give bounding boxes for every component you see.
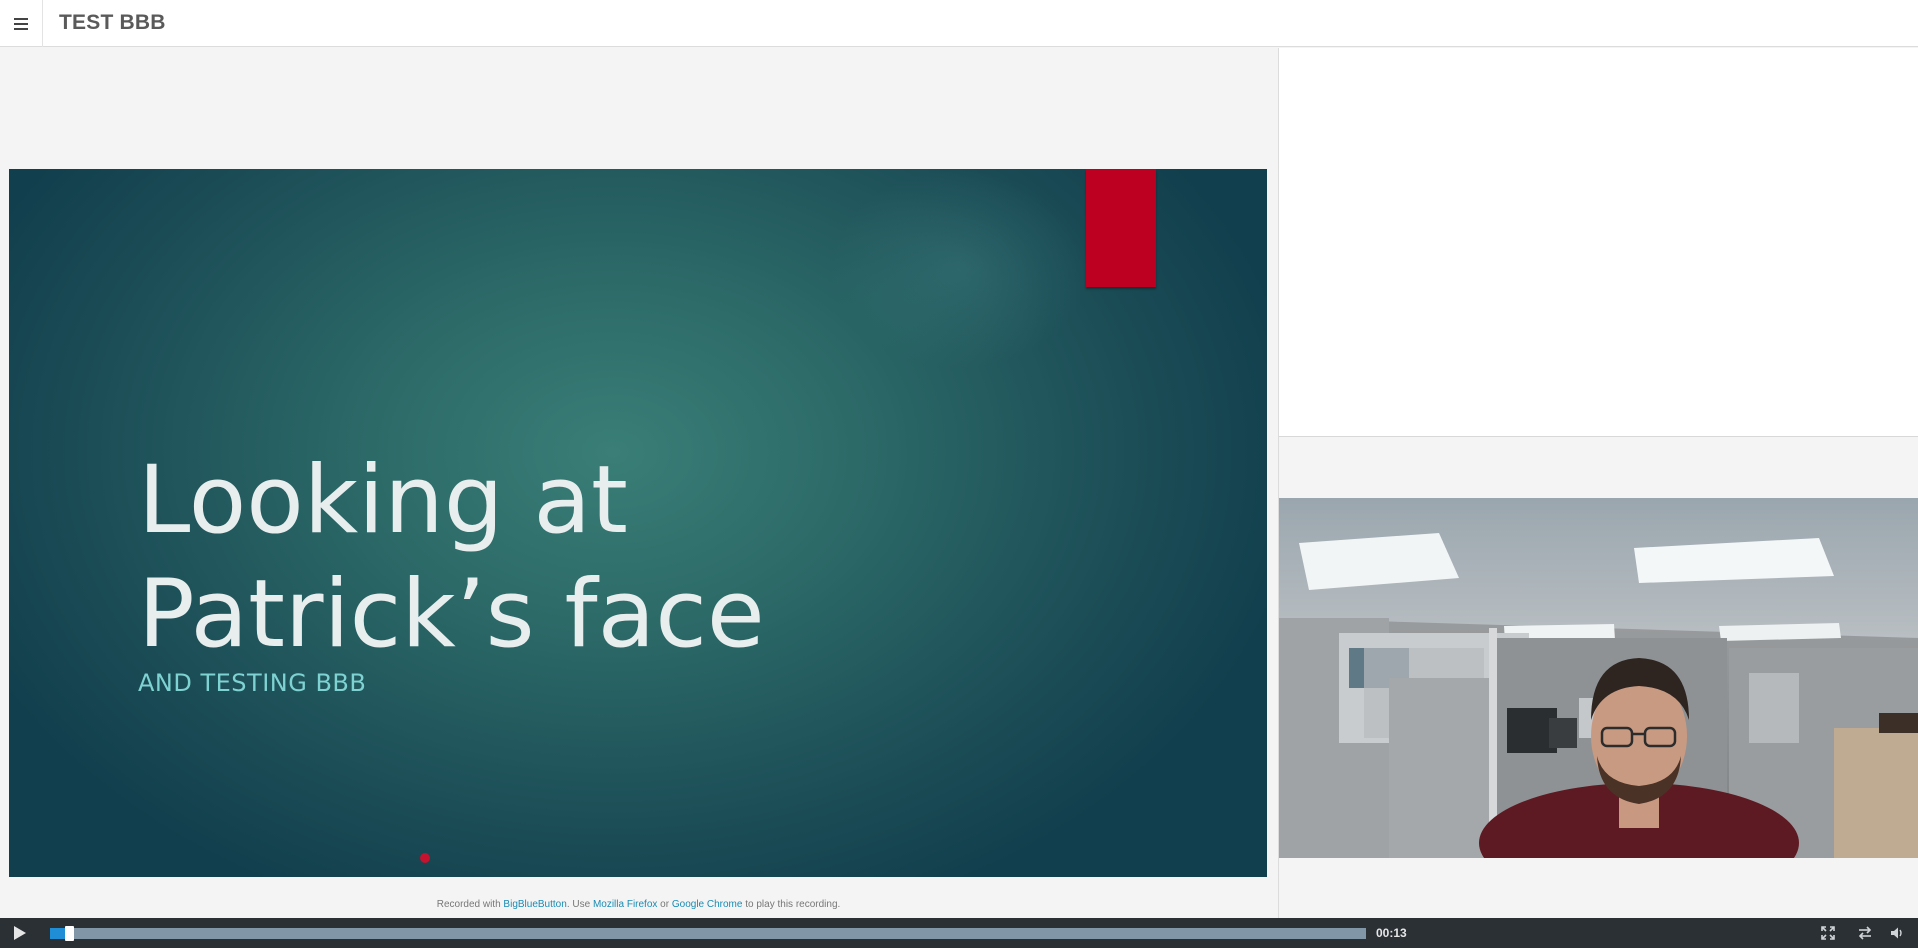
slide-heading: Looking at Patrick’s face [138,446,765,669]
firefox-link[interactable]: Mozilla Firefox [593,899,657,910]
notice-suffix: to play this recording. [742,899,841,910]
right-panel [1278,48,1918,918]
volume-icon[interactable] [1889,925,1905,941]
presentation-area: Looking at Patrick’s face AND TESTING BB… [0,48,1277,918]
presentation-slide: Looking at Patrick’s face AND TESTING BB… [9,169,1267,877]
notice-or: or [657,899,672,910]
current-time: 00:13 [1376,926,1407,940]
player-controls: 00:13 [0,918,1918,948]
slide-glow [829,169,1089,369]
slide-subheading: AND TESTING BBB [138,669,367,697]
chat-area [1279,48,1918,437]
webcam-frame [1279,498,1918,858]
play-icon[interactable] [14,926,26,940]
fullscreen-icon[interactable] [1820,925,1836,941]
progress-handle[interactable] [65,926,74,941]
page-title: TEST BBB [59,11,166,34]
bigbluebutton-link[interactable]: BigBlueButton [503,899,566,910]
slide-accent-tab [1086,169,1156,287]
top-bar: TEST BBB [0,0,1918,47]
notice-middle: . Use [566,899,593,910]
chrome-link[interactable]: Google Chrome [672,899,743,910]
recording-notice: Recorded with BigBlueButton. Use Mozilla… [0,899,1277,910]
notice-prefix: Recorded with [436,899,504,910]
swap-icon[interactable] [1857,925,1873,941]
presenter-cursor-dot [420,853,430,863]
hamburger-menu-icon[interactable] [0,0,43,47]
progress-bar[interactable] [50,926,1366,941]
webcam-video[interactable] [1279,498,1918,858]
